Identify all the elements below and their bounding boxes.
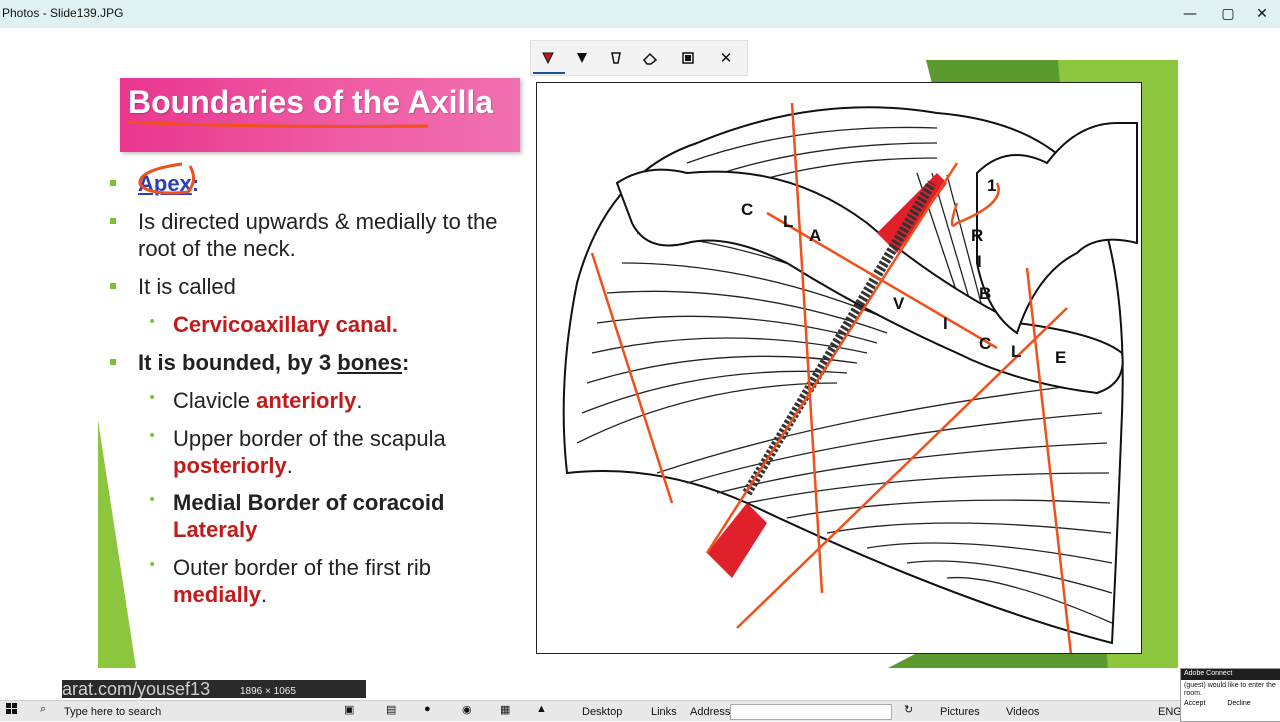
file-explorer-icon[interactable]: ▤	[386, 703, 396, 716]
store-icon[interactable]: ▣	[344, 703, 354, 716]
slide: Boundaries of the Axilla Apex: Is direct…	[98, 60, 1178, 668]
dot: .	[286, 453, 293, 478]
maximize-button[interactable]: ▢	[1210, 0, 1246, 28]
start-icon[interactable]	[6, 703, 18, 718]
pencil-icon[interactable]	[567, 44, 597, 72]
bullet-canal: Cervicoaxillary canal.	[173, 312, 399, 337]
label-e: E	[1055, 348, 1066, 367]
label-v: V	[893, 294, 905, 313]
label-c2: C	[979, 334, 991, 353]
bounded-prefix: It is bounded, by 3	[138, 350, 338, 375]
bullet-marker	[110, 283, 116, 289]
bounded-suffix: :	[402, 350, 410, 375]
bullet-marker	[110, 359, 116, 365]
sub-bullet-marker: •	[148, 492, 157, 508]
bounded-bones: bones	[337, 350, 403, 375]
label-l1: L	[783, 212, 793, 231]
toolbar-links[interactable]: Links	[651, 706, 677, 718]
sub-bullet-marker: •	[148, 314, 157, 330]
photos-icon[interactable]: ▲	[536, 703, 547, 715]
dot: .	[356, 388, 363, 413]
toolbar-address[interactable]: Address	[690, 706, 730, 718]
bullet-called: It is called	[138, 274, 236, 299]
excel-icon[interactable]: ▦	[500, 703, 510, 716]
medially-text: medially	[173, 582, 262, 607]
title-bar: Photos - Slide139.JPG — ▢ ✕	[0, 0, 1280, 28]
minimize-button[interactable]: —	[1172, 0, 1208, 28]
anteriorly-text: anteriorly	[256, 388, 357, 413]
label-i2: I	[977, 252, 982, 271]
label-1: 1	[987, 176, 996, 195]
label-a: A	[809, 226, 821, 245]
address-input[interactable]	[730, 704, 892, 720]
adobe-connect-notification: Adobe Connect (guest) would like to ente…	[1180, 668, 1280, 722]
ballpoint-pen-icon[interactable]	[533, 44, 563, 72]
search-icon[interactable]: ⌕	[40, 703, 46, 716]
bullet-marker	[110, 218, 116, 224]
axilla-diagram: C L A V I C L E R I B 1	[536, 82, 1142, 654]
watermark-overlay: arat.com/yousef13	[62, 680, 366, 698]
taskbar-search-input[interactable]: Type here to search	[64, 706, 161, 718]
firefox-icon[interactable]: ●	[424, 703, 431, 715]
lateraly-text: Lateraly	[173, 517, 258, 542]
label-l2: L	[1011, 342, 1021, 361]
sub-bullet-marker: •	[148, 390, 157, 406]
ink-toolbar: ✕	[530, 40, 748, 76]
label-b: B	[979, 284, 991, 303]
upper-border-text: Upper border of the scapula	[173, 426, 446, 451]
whatsapp-icon[interactable]: ◉	[462, 703, 472, 716]
posteriorly-text: posteriorly	[173, 453, 287, 478]
bullet-directed: Is directed upwards & medially to the ro…	[138, 209, 498, 261]
highlighter-icon[interactable]	[601, 44, 631, 72]
axilla-drawing: C L A V I C L E R I B 1	[562, 102, 1138, 653]
sub-bullet-marker: •	[148, 557, 157, 573]
toolbar-videos[interactable]: Videos	[1006, 706, 1039, 718]
taskbar: ⌕ Type here to search ▣ ▤ ● ◉ ▦ ▲ Deskto…	[0, 700, 1280, 721]
label-r: R	[971, 226, 983, 245]
toolbar-desktop[interactable]: Desktop	[582, 706, 622, 718]
accept-button[interactable]: Accept	[1184, 700, 1205, 707]
bullet-outer-border: Outer border of the first rib medially.	[173, 554, 431, 608]
label-i1: I	[943, 314, 948, 333]
close-ink-button[interactable]: ✕	[711, 44, 741, 72]
bullet-upper-border: Upper border of the scapula posteriorly.	[173, 425, 446, 479]
notification-header: Adobe Connect	[1181, 669, 1280, 680]
dot: .	[261, 582, 268, 607]
ruler-icon[interactable]	[673, 44, 703, 72]
decline-button[interactable]: Decline	[1227, 700, 1250, 707]
close-button[interactable]: ✕	[1244, 0, 1280, 28]
image-dimensions: 1896 × 1065	[240, 686, 296, 697]
medial-border-text: Medial Border of coracoid	[173, 490, 445, 515]
toolbar-pictures[interactable]: Pictures	[940, 706, 980, 718]
refresh-icon[interactable]: ↻	[904, 703, 913, 716]
bullet-bounded: It is bounded, by 3 bones:	[138, 349, 409, 376]
clavicle-text: Clavicle	[173, 388, 257, 413]
sub-bullet-marker: •	[148, 428, 157, 444]
bullet-clavicle: Clavicle anteriorly.	[173, 387, 363, 414]
notification-message: (guest) would like to enter the room.	[1184, 682, 1276, 697]
label-c1: C	[741, 200, 753, 219]
bullet-medial-border: Medial Border of coracoid Lateraly	[173, 489, 444, 543]
outer-border-text: Outer border of the first rib	[173, 555, 431, 580]
ink-annotation-title	[127, 120, 429, 195]
active-tool-indicator	[533, 72, 565, 74]
language-indicator[interactable]: ENG	[1158, 706, 1182, 718]
eraser-icon[interactable]	[635, 44, 665, 72]
window-title: Photos - Slide139.JPG	[2, 6, 124, 20]
